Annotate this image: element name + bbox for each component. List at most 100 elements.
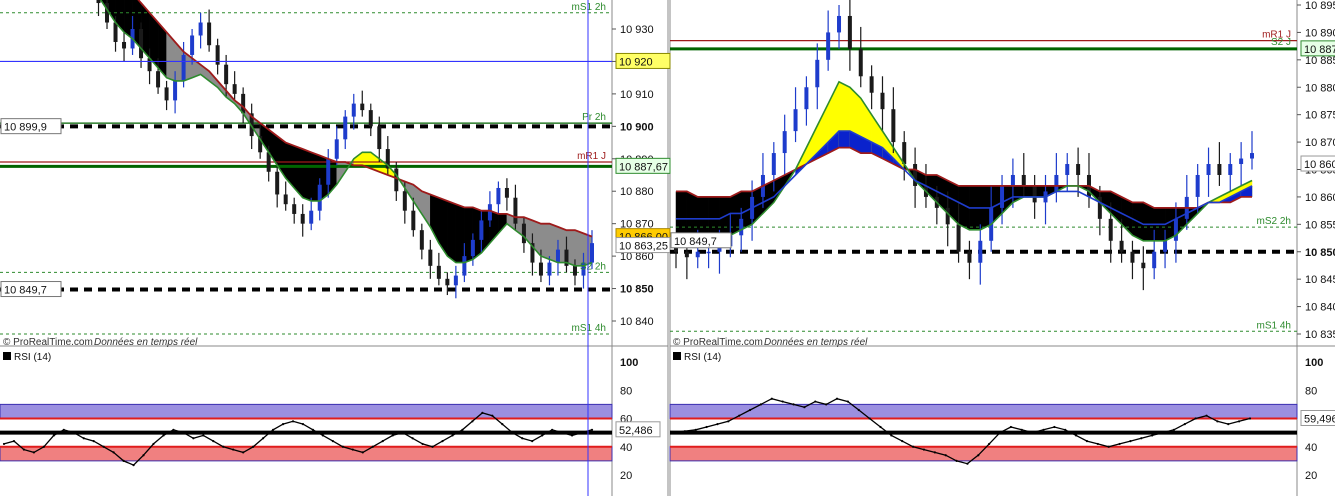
rsi-point bbox=[759, 403, 763, 406]
candle-body bbox=[283, 194, 288, 205]
rsi-point bbox=[1161, 431, 1165, 434]
y-tick-label: 10 900 bbox=[620, 121, 654, 133]
rsi-point bbox=[1194, 417, 1197, 420]
candle-body bbox=[326, 158, 331, 185]
candle-body bbox=[1054, 174, 1059, 192]
rsi-point bbox=[421, 442, 424, 446]
rsi-point bbox=[122, 459, 125, 462]
candle-body bbox=[479, 220, 484, 240]
candle-body bbox=[1130, 251, 1135, 263]
rsi-point bbox=[825, 403, 828, 406]
rsi-point bbox=[857, 408, 860, 412]
candle-body bbox=[113, 22, 118, 42]
candle-body bbox=[232, 84, 237, 94]
candle-body bbox=[428, 249, 433, 266]
candle-body bbox=[695, 251, 700, 258]
rsi-point bbox=[846, 400, 849, 403]
rsi-point bbox=[1172, 428, 1176, 431]
rsi-point bbox=[212, 440, 215, 443]
y-tick-label: 10 890 bbox=[1305, 27, 1335, 39]
cloud-segment bbox=[438, 197, 448, 257]
rsi-point bbox=[102, 445, 105, 448]
y-tick-label: 10 885 bbox=[1305, 55, 1335, 67]
candle-body bbox=[869, 76, 874, 93]
rsi-point bbox=[890, 434, 893, 437]
candle-body bbox=[1065, 164, 1070, 175]
rsi-tick-label: 80 bbox=[1305, 385, 1317, 397]
price-panel-right: 10 895 10 890 10 885 10 880 10 875 10 870 10 8… bbox=[670, 0, 1335, 348]
rsi-point bbox=[172, 428, 175, 431]
candle-body bbox=[826, 32, 831, 60]
rsi-oversold-band bbox=[669, 446, 1298, 462]
rsi-point bbox=[2, 442, 6, 446]
y-tick-label: 10 840 bbox=[620, 316, 654, 328]
rsi-overbought-band bbox=[0, 403, 613, 419]
candle-body bbox=[1076, 164, 1081, 175]
candle-body bbox=[241, 93, 246, 114]
candle-body bbox=[368, 110, 373, 127]
rsi-panel-right: 10080604020RSI (14)59,496 bbox=[669, 352, 1335, 482]
candle-body bbox=[945, 207, 950, 225]
level-label: mR1 J bbox=[577, 151, 606, 162]
rsi-point bbox=[738, 414, 741, 417]
watermark-text: © ProRealTime.com bbox=[673, 337, 763, 348]
axis-price-tag: 10 920 bbox=[619, 56, 653, 68]
rsi-point bbox=[944, 454, 947, 457]
rsi-point bbox=[1151, 434, 1154, 437]
y-tick-label: 10 880 bbox=[1305, 82, 1335, 94]
rsi-point bbox=[202, 434, 205, 437]
candle-body bbox=[771, 153, 776, 175]
rsi-point bbox=[461, 428, 464, 431]
rsi-point bbox=[42, 445, 45, 448]
candle-body bbox=[1032, 185, 1037, 203]
candle-body bbox=[978, 240, 983, 263]
rsi-point bbox=[511, 431, 514, 434]
rsi-point bbox=[1140, 437, 1143, 440]
candle-body bbox=[453, 275, 458, 286]
rsi-point bbox=[672, 431, 676, 434]
candle-body bbox=[496, 187, 501, 205]
rsi-point bbox=[911, 445, 915, 448]
rsi-point bbox=[112, 451, 115, 454]
rsi-point bbox=[391, 434, 394, 437]
candle-body bbox=[181, 54, 186, 81]
rsi-point bbox=[1020, 428, 1023, 431]
candle-body bbox=[956, 224, 961, 252]
candle-body bbox=[891, 109, 896, 143]
rsi-point bbox=[1096, 442, 1099, 446]
rsi-point bbox=[1075, 434, 1078, 437]
level-label: S2 2h bbox=[580, 261, 606, 272]
candle-body bbox=[360, 103, 365, 111]
rsi-point bbox=[770, 397, 773, 400]
rsi-point bbox=[1118, 442, 1121, 446]
rsi-tick-label: 20 bbox=[1305, 470, 1317, 482]
candle-body bbox=[436, 265, 441, 279]
rsi-point bbox=[341, 445, 344, 448]
rsi-point bbox=[301, 423, 305, 426]
candle-body bbox=[804, 87, 809, 110]
candle-body bbox=[1250, 153, 1254, 159]
candle-body bbox=[847, 15, 852, 49]
rsi-title: RSI (14) bbox=[14, 352, 51, 363]
candle-body bbox=[1206, 164, 1211, 175]
candle-body bbox=[122, 41, 127, 49]
axis-price-tag: 10 860 bbox=[1304, 159, 1335, 171]
rsi-tick-label: 100 bbox=[620, 357, 638, 369]
rsi-title: RSI (14) bbox=[684, 352, 721, 363]
candle-body bbox=[1010, 174, 1015, 186]
candle-body bbox=[538, 262, 543, 276]
cloud-segment bbox=[302, 148, 312, 202]
price-panel-left: 10 93010 92010 91010 90010 89010 88010 8… bbox=[0, 0, 671, 348]
level-label: Pr 2h bbox=[582, 112, 606, 123]
rsi-point bbox=[361, 451, 364, 454]
rsi-point bbox=[471, 420, 474, 423]
y-tick-label: 10 880 bbox=[620, 186, 654, 198]
level-label: mS2 2h bbox=[1257, 216, 1291, 227]
rsi-oversold-band bbox=[0, 446, 613, 462]
rsi-point bbox=[242, 451, 245, 454]
candle-body bbox=[411, 210, 416, 231]
candle-body bbox=[207, 22, 212, 46]
rsi-point bbox=[481, 411, 484, 414]
rsi-legend-swatch bbox=[673, 352, 681, 360]
y-tick-label: 10 840 bbox=[1305, 302, 1335, 314]
